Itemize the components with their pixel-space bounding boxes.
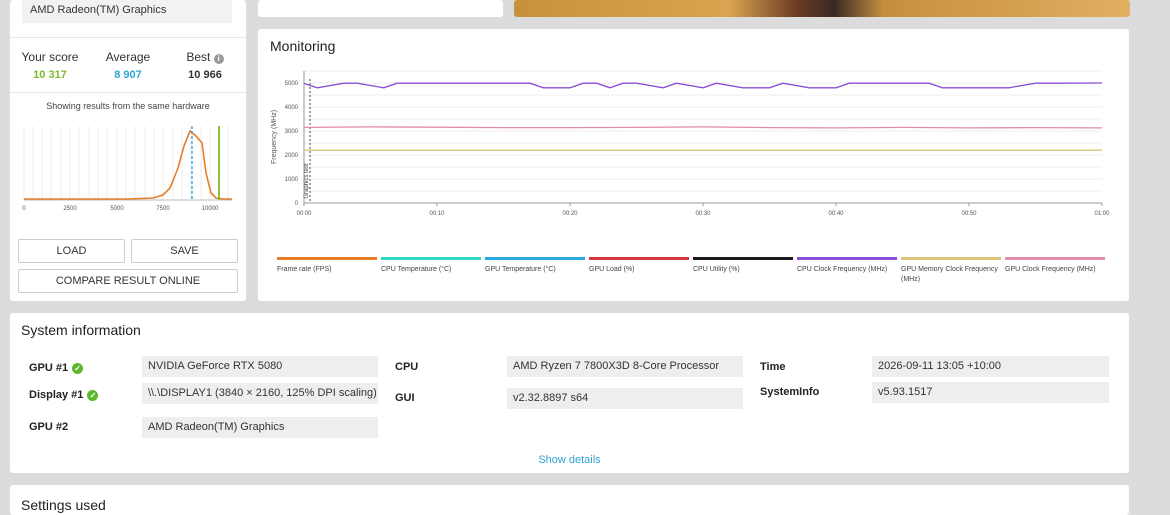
series-line-gpu-clock-frequency-mhz bbox=[303, 126, 1103, 129]
legend-gpu-temperature-label: GPU Temperature (°C) bbox=[485, 266, 556, 273]
legend-gpu-clock: GPU Clock Frequency (MHz) bbox=[1005, 257, 1105, 275]
y-axis-label: Frequency (MHz) bbox=[271, 110, 278, 164]
legend-frame-rate-label: Frame rate (FPS) bbox=[277, 266, 332, 273]
gpu2-value: AMD Radeon(TM) Graphics bbox=[142, 417, 378, 438]
gpu1-value: NVIDIA GeForce RTX 5080 bbox=[142, 356, 378, 377]
legend-gpu-load-swatch bbox=[589, 257, 689, 260]
legend-cpu-temperature-swatch bbox=[381, 257, 481, 260]
compare-result-online-button[interactable]: COMPARE RESULT ONLINE bbox=[18, 269, 238, 293]
hist-tick-2: 5000 bbox=[110, 206, 124, 212]
legend-frame-rate: Frame rate (FPS) bbox=[277, 257, 377, 275]
systeminfo-value: v5.93.1517 bbox=[872, 382, 1109, 403]
monitoring-title: Monitoring bbox=[270, 38, 336, 54]
hist-tick-4: 10000 bbox=[202, 206, 219, 212]
gpu1-label: GPU #1 ✓ bbox=[29, 362, 84, 374]
cpu-label: CPU bbox=[395, 361, 419, 373]
y-tick-label: 0 bbox=[295, 201, 299, 207]
legend-cpu-utility-swatch bbox=[693, 257, 793, 260]
time-value: 2026-09-11 13:05 +10:00 bbox=[872, 356, 1109, 377]
display1-label: Display #1 ✓ bbox=[29, 389, 99, 401]
y-tick-label: 1000 bbox=[285, 177, 299, 183]
score-histogram: 0 2500 5000 7500 10000 bbox=[22, 126, 232, 212]
legend-cpu-temperature-label: CPU Temperature (°C) bbox=[381, 266, 452, 273]
legend-gpu-temperature-swatch bbox=[485, 257, 585, 260]
best-score-value: 10 966 bbox=[188, 69, 222, 81]
your-score-value: 10 317 bbox=[33, 69, 67, 81]
monitoring-chart: 0 1000 2000 3000 4000 5000 00:00 00:10 00:20 00:3… bbox=[271, 70, 1110, 217]
series-line-cpu-clock-frequency-mhz bbox=[303, 82, 1103, 89]
best-score: Best i 10 966 bbox=[165, 50, 245, 81]
average-score-value: 8 907 bbox=[114, 69, 142, 81]
load-button[interactable]: LOAD bbox=[18, 239, 125, 263]
show-details-link[interactable]: Show details bbox=[10, 454, 1129, 466]
hist-tick-1: 2500 bbox=[63, 206, 77, 212]
save-button[interactable]: SAVE bbox=[131, 239, 238, 263]
hist-tick-0: 0 bbox=[22, 206, 26, 212]
y-tick-label: 2000 bbox=[285, 153, 299, 159]
legend-gpu-load-label: GPU Load (%) bbox=[589, 266, 635, 273]
time-label: Time bbox=[760, 361, 786, 373]
legend-gpu-memory-clock-swatch bbox=[901, 257, 1001, 260]
legend-frame-rate-swatch bbox=[277, 257, 377, 260]
x-tick-label: 00:30 bbox=[695, 211, 711, 217]
legend-gpu-load: GPU Load (%) bbox=[589, 257, 689, 275]
legend-gpu-temperature: GPU Temperature (°C) bbox=[485, 257, 585, 275]
hist-tick-3: 7500 bbox=[156, 206, 170, 212]
x-tick-label: 00:40 bbox=[828, 211, 844, 217]
legend-cpu-utility: CPU Utility (%) bbox=[693, 257, 793, 275]
settings-used-panel: Settings used bbox=[10, 485, 1129, 515]
legend-cpu-clock-swatch bbox=[797, 257, 897, 260]
gui-label: GUI bbox=[395, 392, 415, 404]
graphics-test-label: Graphics test bbox=[304, 163, 310, 199]
x-tick-label: 00:50 bbox=[961, 211, 977, 217]
settings-used-title: Settings used bbox=[21, 497, 106, 513]
average-score: Average 8 907 bbox=[88, 50, 168, 81]
y-tick-label: 5000 bbox=[285, 81, 299, 87]
display1-value: \\.\DISPLAY1 (3840 × 2160, 125% DPI scal… bbox=[142, 383, 378, 404]
your-score-label: Your score bbox=[21, 50, 79, 64]
monitoring-panel: Monitoring 0 1000 2000 3000 4000 5000 00:00 00:… bbox=[258, 29, 1129, 301]
legend-gpu-memory-clock-label: GPU Memory Clock Frequency (MHz) bbox=[901, 266, 998, 283]
your-score: Your score 10 317 bbox=[10, 50, 90, 81]
legend-cpu-clock-label: CPU Clock Frequency (MHz) bbox=[797, 266, 888, 273]
gpu-selected-label: AMD Radeon(TM) Graphics bbox=[22, 0, 232, 23]
x-tick-label: 00:10 bbox=[429, 211, 445, 217]
system-information-panel: System information GPU #1 ✓ NVIDIA GeForc… bbox=[10, 313, 1129, 473]
showing-results-text: Showing results from the same hardware bbox=[46, 101, 210, 111]
legend-gpu-memory-clock: GPU Memory Clock Frequency (MHz) bbox=[901, 257, 1005, 285]
y-tick-label: 3000 bbox=[285, 129, 299, 135]
system-information-title: System information bbox=[21, 322, 141, 338]
score-panel: AMD Radeon(TM) Graphics Your score 10 31… bbox=[10, 0, 246, 301]
legend-cpu-utility-label: CPU Utility (%) bbox=[693, 266, 740, 273]
info-icon[interactable]: i bbox=[213, 54, 224, 64]
top-info-card bbox=[258, 0, 503, 17]
gui-value: v2.32.8897 s64 bbox=[507, 388, 743, 409]
best-score-label: Best bbox=[186, 50, 211, 64]
legend-cpu-clock: CPU Clock Frequency (MHz) bbox=[797, 257, 897, 275]
y-tick-label: 4000 bbox=[285, 105, 299, 111]
average-score-label: Average bbox=[105, 50, 151, 64]
x-tick-label: 00:20 bbox=[562, 211, 578, 217]
legend-gpu-clock-swatch bbox=[1005, 257, 1105, 260]
check-icon: ✓ bbox=[87, 389, 99, 401]
systeminfo-label: SystemInfo bbox=[760, 386, 820, 398]
legend-cpu-temperature: CPU Temperature (°C) bbox=[381, 257, 481, 275]
gpu2-label: GPU #2 bbox=[29, 421, 69, 433]
cpu-value: AMD Ryzen 7 7800X3D 8-Core Processor bbox=[507, 356, 743, 377]
check-icon: ✓ bbox=[72, 362, 84, 374]
legend-gpu-clock-label: GPU Clock Frequency (MHz) bbox=[1005, 266, 1096, 273]
benchmark-image bbox=[514, 0, 1130, 17]
x-tick-label: 01:00 bbox=[1094, 211, 1110, 217]
x-tick-label: 00:00 bbox=[296, 211, 312, 217]
